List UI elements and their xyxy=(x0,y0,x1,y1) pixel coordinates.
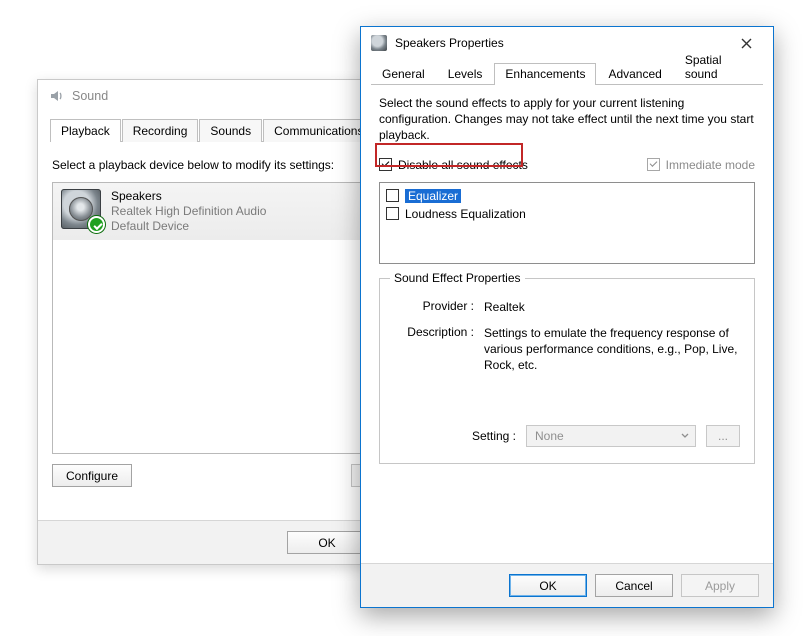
props-cancel-button[interactable]: Cancel xyxy=(595,574,673,597)
props-tabs: General Levels Enhancements Advanced Spa… xyxy=(371,61,763,85)
sound-title: Sound xyxy=(72,89,108,103)
group-legend: Sound Effect Properties xyxy=(390,271,525,285)
checkbox-icon[interactable] xyxy=(386,207,399,220)
tab-enhancements[interactable]: Enhancements xyxy=(494,63,596,85)
enhancements-intro: Select the sound effects to apply for yo… xyxy=(379,95,755,144)
checkbox-icon xyxy=(647,158,660,171)
immediate-mode-label: Immediate mode xyxy=(666,158,755,172)
tab-sounds[interactable]: Sounds xyxy=(199,119,262,142)
setting-value: None xyxy=(535,429,564,443)
props-title: Speakers Properties xyxy=(395,36,715,50)
tab-spatial-sound[interactable]: Spatial sound xyxy=(674,49,762,85)
tab-communications[interactable]: Communications xyxy=(263,119,374,142)
device-text: Speakers Realtek High Definition Audio D… xyxy=(111,189,266,234)
configure-button[interactable]: Configure xyxy=(52,464,132,487)
tab-playback[interactable]: Playback xyxy=(50,119,121,142)
effect-label: Loudness Equalization xyxy=(405,207,526,221)
setting-label: Setting : xyxy=(472,429,516,443)
checkbox-icon[interactable] xyxy=(386,189,399,202)
props-footer: OK Cancel Apply xyxy=(361,563,773,607)
description-value: Settings to emulate the frequency respon… xyxy=(484,325,740,374)
effect-item-loudness-eq[interactable]: Loudness Equalization xyxy=(384,205,750,223)
effect-label: Equalizer xyxy=(405,189,461,203)
disable-all-label: Disable all sound effects xyxy=(398,158,528,172)
disable-all-checkbox[interactable]: Disable all sound effects xyxy=(379,158,528,172)
sound-ok-button[interactable]: OK xyxy=(287,531,367,554)
immediate-mode-checkbox: Immediate mode xyxy=(647,158,755,172)
props-apply-button[interactable]: Apply xyxy=(681,574,759,597)
description-label: Description : xyxy=(394,325,474,374)
chevron-down-icon xyxy=(681,432,689,440)
tab-recording[interactable]: Recording xyxy=(122,119,199,142)
tab-general[interactable]: General xyxy=(371,63,436,85)
sound-effect-properties-group: Sound Effect Properties Provider : Realt… xyxy=(379,278,755,465)
device-name: Speakers xyxy=(111,189,266,204)
speaker-icon xyxy=(61,189,101,229)
effect-setting-row: Setting : None ... xyxy=(394,425,740,447)
sound-title-icon xyxy=(48,88,64,104)
tab-levels[interactable]: Levels xyxy=(437,63,494,85)
effects-listbox[interactable]: Equalizer Loudness Equalization xyxy=(379,182,755,264)
speakers-properties-window: Speakers Properties General Levels Enhan… xyxy=(360,26,774,608)
provider-label: Provider : xyxy=(394,299,474,315)
tab-advanced[interactable]: Advanced xyxy=(597,63,672,85)
close-icon xyxy=(741,38,752,49)
props-title-icon xyxy=(371,35,387,51)
props-ok-button[interactable]: OK xyxy=(509,574,587,597)
setting-combobox[interactable]: None xyxy=(526,425,696,447)
device-description: Realtek High Definition Audio xyxy=(111,204,266,219)
default-badge-icon xyxy=(88,216,105,233)
props-body: Select the sound effects to apply for yo… xyxy=(361,85,773,563)
setting-more-button[interactable]: ... xyxy=(706,425,740,447)
provider-value: Realtek xyxy=(484,299,740,315)
effect-item-equalizer[interactable]: Equalizer xyxy=(384,187,750,205)
device-status: Default Device xyxy=(111,219,266,234)
checkbox-icon xyxy=(379,158,392,171)
